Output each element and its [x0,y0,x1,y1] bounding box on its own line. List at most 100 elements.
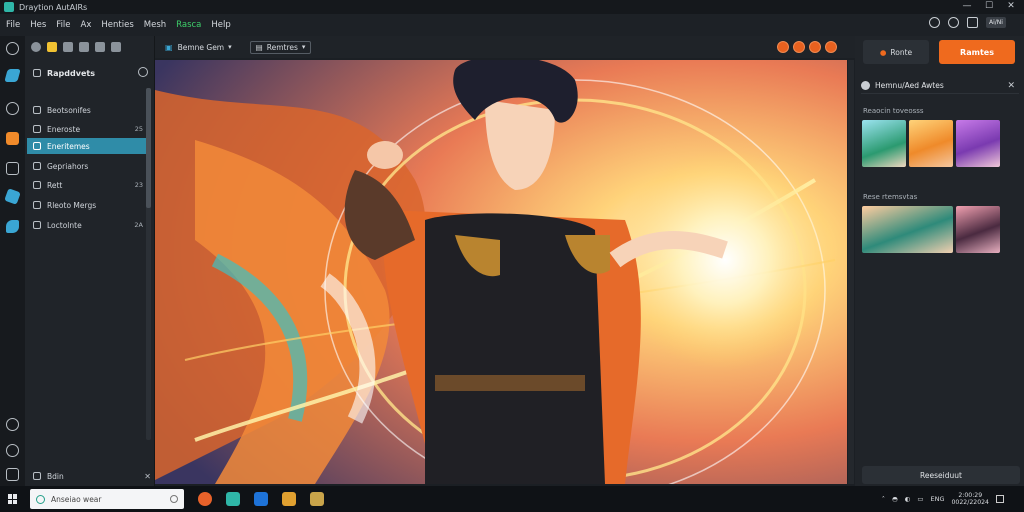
sidebar-footer-item[interactable]: Bdin ✕ [33,470,151,482]
notifications-icon[interactable] [996,495,1004,503]
checkbox[interactable] [33,125,41,133]
paint-app-icon[interactable] [226,492,240,506]
menu-item-help[interactable]: Help [211,20,230,30]
menu-right-tools: Ai/Ni [929,17,1006,28]
minimize-button[interactable]: — [956,0,978,14]
windows-start-icon[interactable] [8,494,18,504]
character-thumbnail[interactable] [956,120,1000,167]
pencil-tool-icon[interactable] [4,69,21,82]
sidebar-item-label: Beotsonifes [47,105,91,115]
menu-item-mesh[interactable]: Mesh [144,20,166,30]
right-panel: ● Ronte Ramtes Hemnu/Aed Awtes ✕ Reaocin… [855,36,1024,486]
ai-badge[interactable]: Ai/Ni [986,17,1006,28]
export-icon[interactable] [6,468,19,481]
sidebar-item[interactable]: Eneroste 25 [27,121,147,137]
character-thumbnail[interactable] [862,120,906,167]
sidebar-item[interactable]: Loctolnte 2A [27,217,147,233]
share-icon[interactable] [825,41,837,53]
secondary-action-button[interactable]: ● Ronte [863,40,929,64]
panel-header: Hemnu/Aed Awtes ✕ [861,78,1019,94]
close-button[interactable]: ✕ [1000,0,1022,14]
checkbox[interactable] [33,142,41,150]
feather-tool-icon[interactable] [4,188,21,205]
photos-app-icon[interactable] [310,492,324,506]
history-tool-icon[interactable] [6,102,19,115]
menu-item-ax[interactable]: Ax [81,20,92,30]
clock[interactable]: 2:00:29 0022/22024 [951,492,989,506]
filter-icon[interactable] [111,42,121,52]
maximize-button[interactable]: ☐ [978,0,1000,14]
menu-item-edit[interactable]: Hes [30,20,46,30]
brush-tool-icon[interactable] [6,42,19,55]
settings-icon[interactable] [929,17,940,28]
gem-tool-icon[interactable] [6,220,19,233]
undo-icon[interactable] [777,41,789,53]
search-submit-icon[interactable] [170,495,178,503]
canvas-view-selector[interactable]: ▣ Bemne Gem ▾ [165,43,232,52]
language-indicator[interactable]: ENG [930,495,944,503]
help-icon[interactable] [6,418,19,431]
account-icon[interactable] [967,17,978,28]
sidebar-item-selected[interactable]: Eneritemes [27,138,147,154]
redo-icon[interactable] [793,41,805,53]
checkbox[interactable] [33,162,41,170]
sidebar-item-label: Gepriahors [47,161,89,171]
scrollbar-thumb[interactable] [146,88,151,208]
checkbox[interactable] [33,106,41,114]
close-icon[interactable]: ✕ [1007,81,1015,91]
canvas-dropdown[interactable]: ▤ Remtres ▾ [249,40,312,54]
add-icon[interactable] [138,67,148,77]
sidebar-scrollbar[interactable] [146,88,151,440]
sidebar-item-label: Loctolnte [47,220,82,230]
character-thumbnail[interactable] [862,206,953,253]
checkbox[interactable] [33,221,41,229]
character-thumbnail[interactable] [909,120,953,167]
menu-item-henties[interactable]: Henties [101,20,133,30]
title-bar: Draytion AutAIRs — ☐ ✕ [0,0,1024,14]
clock-date: 0022/22024 [951,499,989,506]
sidebar-item-count: 23 [134,181,143,189]
layers-tool-icon[interactable] [6,162,19,175]
settings-rail-icon[interactable] [6,444,19,457]
grid-icon[interactable] [79,42,89,52]
fill-tool-icon[interactable] [6,132,19,145]
menu-item-file-2[interactable]: File [56,20,70,30]
sidebar-item[interactable]: Rleoto Mergs [27,197,147,213]
checkbox[interactable] [33,201,41,209]
menu-bar: File Hes File Ax Henties Mesh Rasca Help… [0,14,1024,36]
secondary-action-label: Ronte [890,47,913,57]
checkbox[interactable] [33,472,41,480]
menu-item-file[interactable]: File [6,20,20,30]
battery-icon[interactable]: ▭ [917,495,923,503]
close-icon[interactable]: ✕ [144,472,151,481]
pin-icon[interactable] [47,42,57,52]
volume-icon[interactable]: ◐ [905,495,911,503]
sidebar-item-label: Rett [47,180,63,190]
sidebar-item[interactable]: Beotsonifes [27,102,147,118]
list-icon[interactable] [95,42,105,52]
browser-app-icon[interactable] [198,492,212,506]
taskbar-search[interactable]: Anseiao wear [30,489,184,509]
primary-action-button[interactable]: Ramtes [939,40,1015,64]
character-thumbnail[interactable] [956,206,1000,253]
sidebar-header[interactable]: Rapddvets [33,66,148,80]
bell-icon[interactable] [948,17,959,28]
store-app-icon[interactable] [254,492,268,506]
sort-icon[interactable] [63,42,73,52]
canvas-artwork[interactable] [155,60,847,484]
folder-app-icon[interactable] [282,492,296,506]
sidebar-item[interactable]: Rett 23 [27,177,147,193]
canvas-vertical-scrollbar[interactable] [848,60,854,484]
thumbnail-row [862,206,1000,253]
target-icon[interactable] [31,42,41,52]
checkbox[interactable] [33,181,41,189]
zoom-icon[interactable] [809,41,821,53]
menu-item-rasca[interactable]: Rasca [176,20,201,30]
sidebar-item[interactable]: Gepriahors [27,158,147,174]
canvas-dropdown-label: Remtres [266,42,298,52]
avatar-icon [861,81,870,90]
chevron-up-icon[interactable]: ˄ [882,495,885,503]
apply-button[interactable]: Reeseiduut [862,466,1020,484]
network-icon[interactable]: ◓ [892,495,898,503]
panel-header-title: Hemnu/Aed Awtes [875,81,944,90]
